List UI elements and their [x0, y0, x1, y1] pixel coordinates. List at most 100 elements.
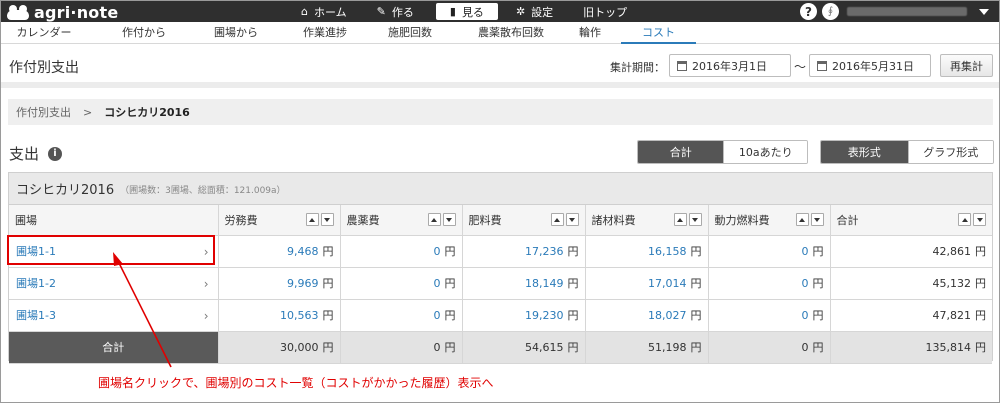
sort-controls	[794, 213, 824, 227]
cost-panel: コシヒカリ2016 （圃場数：3圃場、総面積：121.009a） 圃場 労務費 …	[8, 172, 993, 364]
yen-unit: 円	[812, 341, 824, 354]
chevron-right-icon: ›	[203, 276, 209, 291]
section-title-text: 支出	[9, 145, 40, 163]
cost-table: 圃場 労務費 農薬費 肥料費 諸材料費 動力燃料費 合計 圃場1-1 › 9,46…	[9, 205, 992, 364]
caret-down-icon[interactable]	[979, 8, 989, 15]
sort-asc-icon[interactable]	[427, 213, 441, 227]
total-cell: 0円	[340, 331, 463, 364]
topnav-old-top[interactable]: 旧トップ	[575, 3, 635, 20]
end-date-input[interactable]: 2016年5月31日	[809, 54, 931, 77]
sort-asc-icon[interactable]	[305, 213, 319, 227]
field-name: 圃場1-3	[16, 309, 56, 322]
sort-asc-icon[interactable]	[673, 213, 687, 227]
row-total-cell: 42,861 円	[830, 235, 992, 268]
topnav-home[interactable]: ⌂ ホーム	[293, 3, 355, 20]
cost-cell[interactable]: 18,027 円	[585, 299, 709, 332]
subnav-pesticide-count[interactable]: 農薬散布回数	[466, 22, 556, 44]
frog-logo-icon	[7, 4, 29, 20]
cost-cell[interactable]: 9,468 円	[218, 235, 341, 268]
start-date-input[interactable]: 2016年3月1日	[669, 54, 791, 77]
yen-unit: 円	[975, 245, 986, 258]
col-header-pesticide: 農薬費	[340, 205, 463, 236]
cost-value: 17,014	[648, 277, 687, 290]
cost-cell[interactable]: 0円	[340, 267, 463, 300]
app-name: agri·note	[34, 2, 119, 22]
sort-asc-icon[interactable]	[795, 213, 809, 227]
row-total-value: 47,821	[932, 309, 972, 322]
cost-cell[interactable]: 18,149 円	[462, 267, 586, 300]
cost-value: 16,158	[648, 245, 687, 258]
help-icon[interactable]: ?	[800, 3, 817, 20]
breadcrumb-parent[interactable]: 作付別支出	[16, 104, 71, 120]
recalculate-button[interactable]: 再集計	[940, 54, 993, 77]
subnav-progress[interactable]: 作業進捗	[294, 22, 356, 44]
sort-desc-icon[interactable]	[320, 213, 334, 227]
graph-format-button[interactable]: グラフ形式	[907, 141, 993, 163]
cost-value: 10,563	[280, 309, 319, 322]
user-name-blurred[interactable]	[847, 7, 967, 16]
breadcrumb-separator: >	[83, 105, 93, 119]
panel-title: コシヒカリ2016	[16, 183, 115, 198]
total-cell: 51,198 円	[585, 331, 709, 364]
col-header-label: 労務費	[224, 213, 258, 227]
sort-desc-icon[interactable]	[442, 213, 456, 227]
subnav-calendar[interactable]: カレンダー	[9, 22, 79, 44]
breadcrumb-current: コシヒカリ2016	[104, 106, 190, 119]
topnav-view[interactable]: ▮ 見る	[435, 3, 498, 20]
subnav-by-crop[interactable]: 作付から	[114, 22, 174, 44]
annotation-text: 圃場名クリックで、圃場別のコスト一覧（コストがかかった履歴）表示へ	[98, 376, 494, 390]
calendar-icon	[817, 60, 827, 71]
sort-desc-icon[interactable]	[810, 213, 824, 227]
cost-cell[interactable]: 0円	[340, 235, 463, 268]
cost-cell[interactable]: 9,969 円	[218, 267, 341, 300]
info-icon[interactable]: i	[48, 146, 63, 161]
user-avatar-icon[interactable]: ∮	[822, 3, 839, 20]
book-icon: ▮	[449, 5, 456, 18]
cost-cell[interactable]: 0円	[340, 299, 463, 332]
cost-cell[interactable]: 16,158 円	[585, 235, 709, 268]
table-format-button[interactable]: 表形式	[821, 141, 908, 163]
field-name-link[interactable]: 圃場1-3 ›	[9, 299, 219, 332]
cost-cell[interactable]: 0円	[708, 235, 831, 268]
cost-value: 9,969	[287, 277, 319, 290]
yen-unit: 円	[690, 341, 702, 354]
sort-desc-icon[interactable]	[688, 213, 702, 227]
subnav-cost[interactable]: コスト	[621, 22, 696, 44]
sort-desc-icon[interactable]	[565, 213, 579, 227]
total-cell: 30,000 円	[218, 331, 341, 364]
topnav-settings[interactable]: ✲ 設定	[508, 3, 561, 20]
subnav-rotation[interactable]: 輪作	[571, 22, 609, 44]
sort-desc-icon[interactable]	[973, 213, 986, 227]
cost-cell[interactable]: 10,563 円	[218, 299, 341, 332]
yen-unit: 円	[322, 245, 334, 258]
user-area: ? ∮	[800, 3, 989, 20]
yen-unit: 円	[975, 277, 986, 290]
subnav-by-field[interactable]: 圃場から	[206, 22, 266, 44]
table-row: 圃場1-2 › 9,969 円 0円 18,149 円 17,014 円 0円 45,1…	[9, 267, 992, 300]
sort-asc-icon[interactable]	[958, 213, 971, 227]
sort-controls	[956, 213, 986, 227]
cost-cell[interactable]: 17,014 円	[585, 267, 709, 300]
col-header-fertilizer: 肥料費	[462, 205, 586, 236]
cost-cell[interactable]: 0円	[708, 267, 831, 300]
total-value: 51,198	[648, 341, 687, 354]
topnav-create[interactable]: ✎ 作る	[369, 3, 422, 20]
cost-cell[interactable]: 19,230 円	[462, 299, 586, 332]
subnav-fertilizer-count[interactable]: 施肥回数	[379, 22, 441, 44]
col-header-label: 合計	[836, 213, 859, 227]
yen-unit: 円	[690, 309, 702, 322]
yen-unit: 円	[444, 309, 456, 322]
cost-cell[interactable]: 17,236 円	[462, 235, 586, 268]
sort-asc-icon[interactable]	[550, 213, 564, 227]
end-date-value: 2016年5月31日	[832, 59, 914, 73]
total-mode-button[interactable]: 合計	[638, 141, 724, 163]
yen-unit: 円	[322, 277, 334, 290]
per-10a-mode-button[interactable]: 10aあたり	[723, 141, 807, 163]
pen-icon: ✎	[376, 5, 386, 18]
format-mode-toggle: 表形式 グラフ形式	[820, 140, 994, 164]
cost-cell[interactable]: 0円	[708, 299, 831, 332]
field-name-link[interactable]: 圃場1-2 ›	[9, 267, 219, 300]
total-row: 合計 30,000 円 0円 54,615 円 51,198 円 0円 135,814…	[9, 331, 992, 364]
cost-value: 19,230	[525, 309, 564, 322]
app-logo[interactable]: agri·note	[7, 2, 118, 22]
